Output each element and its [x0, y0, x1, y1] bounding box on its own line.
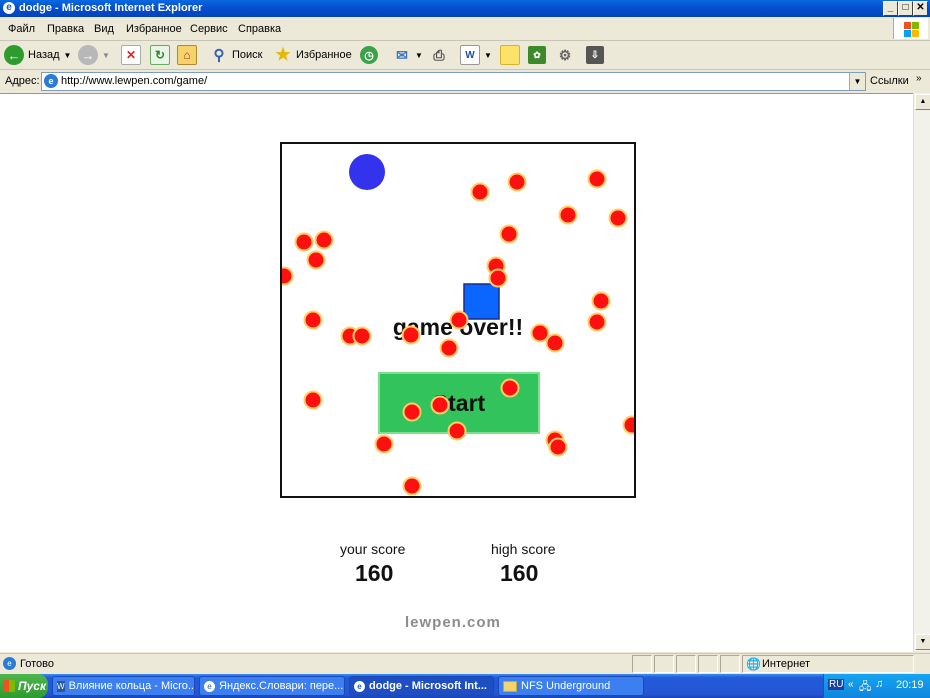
language-indicator[interactable]: RU: [828, 679, 845, 690]
player-disc: [349, 154, 385, 190]
messenger-icon[interactable]: ⚙: [556, 46, 574, 64]
home-icon[interactable]: ⌂: [177, 45, 197, 65]
history-icon[interactable]: ◷: [360, 46, 378, 64]
taskbar-item-label: dodge - Microsoft Int...: [369, 680, 487, 692]
game-over-text: game over!!: [392, 314, 524, 340]
mail-dropdown-icon[interactable]: ▼: [415, 51, 423, 60]
search-label: Поиск: [232, 49, 263, 61]
links-chevron-icon[interactable]: »: [916, 73, 922, 84]
tray-expand-icon[interactable]: «: [848, 679, 854, 690]
window-title-bar[interactable]: e dodge - Microsoft Internet Explorer _ …: [0, 0, 930, 17]
address-field[interactable]: e http://www.lewpen.com/game/ ▼: [41, 72, 866, 91]
word-icon: W: [57, 680, 65, 692]
minimize-button[interactable]: _: [883, 1, 898, 16]
download-icon[interactable]: ⇩: [586, 46, 604, 64]
ie-icon: e: [204, 680, 215, 692]
menu-view[interactable]: Вид: [94, 23, 114, 35]
forward-button[interactable]: → ▼: [78, 44, 110, 66]
status-bar: e Готово 🌐 Интернет: [0, 653, 930, 674]
search-icon: ⚲: [213, 47, 225, 64]
ie-icon: e: [3, 2, 15, 14]
print-icon[interactable]: ⎙: [430, 46, 448, 64]
window-title: dodge - Microsoft Internet Explorer: [19, 2, 203, 14]
windows-logo-icon: [893, 18, 928, 39]
back-button[interactable]: ← Назад ▼: [4, 44, 71, 66]
taskbar-item-label: Влияние кольца - Micro...: [68, 680, 195, 692]
taskbar-item-dodge[interactable]: e dodge - Microsoft Int...: [349, 676, 494, 696]
high-score-value: 160: [500, 560, 539, 586]
taskbar-item-label: NFS Underground: [521, 680, 611, 692]
taskbar-item-label: Яндекс.Словари: пере...: [219, 680, 344, 692]
taskbar-item-word[interactable]: W Влияние кольца - Micro...: [52, 676, 195, 696]
start-button[interactable]: Start: [378, 372, 540, 434]
menu-bar: Файл Правка Вид Избранное Сервис Справка: [0, 18, 930, 41]
brand-link[interactable]: lewpen.com: [405, 614, 501, 631]
high-score-label: high score: [491, 541, 556, 557]
search-button[interactable]: ⚲ Поиск: [210, 44, 263, 66]
edit-word-icon[interactable]: W: [460, 45, 480, 65]
taskbar-item-nfs[interactable]: NFS Underground: [498, 676, 644, 696]
links-label[interactable]: Ссылки: [870, 75, 909, 87]
menu-file[interactable]: Файл: [8, 23, 35, 35]
start-button-os[interactable]: Пуск: [0, 674, 48, 698]
refresh-icon[interactable]: ↻: [150, 45, 170, 65]
system-tray: RU « 🖧 ♫ 20:19: [823, 674, 930, 698]
your-score-value: 160: [355, 560, 394, 586]
address-bar: Адрес: e http://www.lewpen.com/game/ ▼ С…: [0, 70, 930, 92]
menu-favorites[interactable]: Избранное: [126, 23, 182, 35]
standard-toolbar: ← Назад ▼ → ▼ ✕ ↻ ⌂ ⚲ Поиск ★ Избранное …: [0, 41, 930, 70]
forward-dropdown-icon[interactable]: ▼: [102, 51, 110, 60]
internet-zone-icon: 🌐: [746, 657, 761, 671]
your-score-label: your score: [340, 541, 406, 557]
taskbar: Пуск W Влияние кольца - Micro... e Яндек…: [0, 674, 930, 698]
favorites-label: Избранное: [296, 49, 352, 61]
notes-icon[interactable]: [500, 45, 520, 65]
zone-text: Интернет: [762, 658, 810, 670]
stop-icon[interactable]: ✕: [121, 45, 141, 65]
taskbar-item-yandex[interactable]: e Яндекс.Словари: пере...: [199, 676, 345, 696]
status-text: Готово: [20, 658, 54, 670]
plugin-pro-icon[interactable]: ✿: [528, 46, 546, 64]
status-page-icon: e: [3, 657, 16, 670]
address-label: Адрес:: [5, 75, 40, 87]
ie-icon: e: [354, 680, 365, 692]
scroll-up-icon[interactable]: ▲: [915, 94, 930, 110]
menu-edit[interactable]: Правка: [47, 23, 84, 35]
back-arrow-icon: ←: [4, 45, 24, 65]
close-button[interactable]: ✕: [913, 1, 928, 16]
clock: 20:19: [896, 679, 924, 691]
address-url[interactable]: http://www.lewpen.com/game/: [61, 75, 207, 87]
menu-help[interactable]: Справка: [238, 23, 281, 35]
mail-icon[interactable]: ✉: [393, 46, 411, 64]
windows-flag-icon: [3, 680, 15, 692]
favorites-star-icon: ★: [275, 45, 291, 64]
game-board[interactable]: game over!! Start: [280, 142, 636, 498]
favorites-button[interactable]: ★ Избранное: [274, 44, 352, 66]
back-label: Назад: [28, 49, 60, 61]
menu-tools[interactable]: Сервис: [190, 23, 228, 35]
back-dropdown-icon[interactable]: ▼: [64, 51, 72, 60]
page-icon: e: [44, 74, 58, 88]
folder-icon: [503, 680, 517, 692]
scroll-down-icon[interactable]: ▼: [915, 634, 930, 650]
address-dropdown-icon[interactable]: ▼: [849, 73, 865, 90]
maximize-button[interactable]: □: [898, 1, 913, 16]
volume-icon[interactable]: ♫: [875, 678, 883, 690]
forward-arrow-icon: →: [78, 45, 98, 65]
start-label: Пуск: [18, 679, 47, 693]
vertical-scrollbar[interactable]: ▲ ▼: [913, 93, 930, 651]
edit-dropdown-icon[interactable]: ▼: [484, 51, 492, 60]
network-icon[interactable]: 🖧: [859, 678, 871, 697]
start-button-label: Start: [432, 389, 486, 416]
